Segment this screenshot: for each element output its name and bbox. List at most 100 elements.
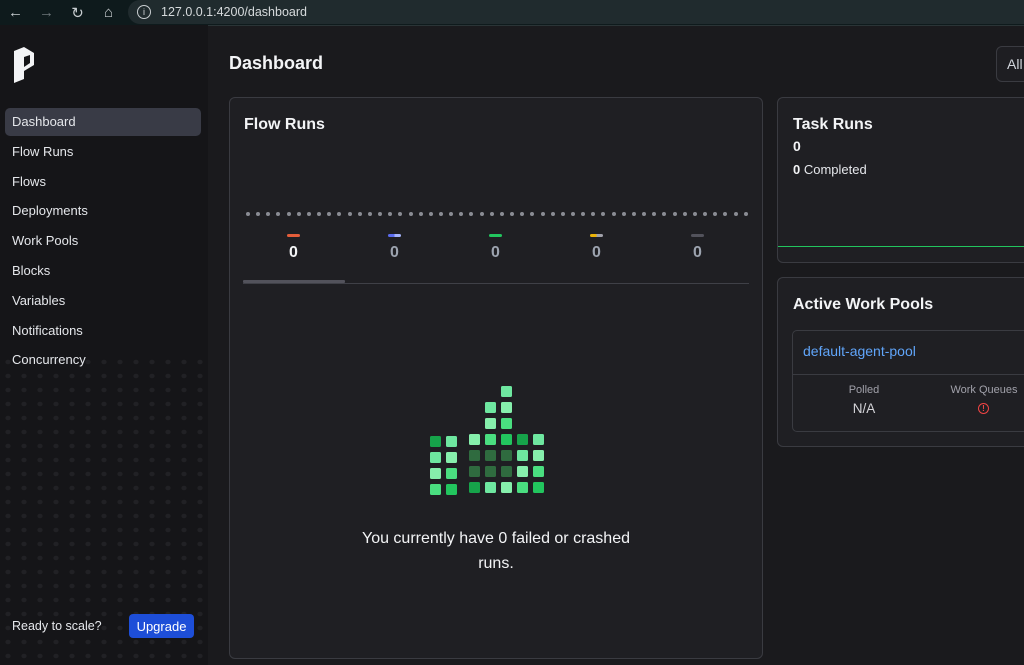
timeline-dot [286,212,291,216]
timeline-dot [631,212,636,216]
timeline-dot [652,212,657,216]
timeline-dot [530,212,535,216]
state-tab-scheduled[interactable]: 0 [546,232,647,262]
timeline-dot [723,212,728,216]
work-pool-link[interactable]: default-agent-pool [803,343,916,359]
state-tab-active-indicator [243,280,345,283]
task-runs-total: 0 [793,138,801,154]
task-runs-title: Task Runs [793,116,873,133]
illustration-pixel [485,466,496,477]
address-bar[interactable]: i 127.0.0.1:4200/dashboard [128,0,1024,24]
task-runs-chart-line [778,246,1024,247]
state-tab-failed[interactable]: 0 [243,232,344,262]
polled-value: N/A [852,401,876,416]
illustration-pixel [501,386,512,397]
timeline-dot [378,212,383,216]
state-color-bar [287,234,300,237]
browser-toolbar: ← → ↻ ⌂ i 127.0.0.1:4200/dashboard [0,0,1024,26]
illustration-pixel [501,434,512,445]
work-queues-warning-icon[interactable]: ! [978,403,989,414]
timeline-dot [743,212,748,216]
timeline-dot [398,212,403,216]
page-title: Dashboard [229,53,324,73]
back-arrow-icon[interactable]: ← [0,0,31,25]
timeline-dot [520,212,525,216]
sidebar-item-variables[interactable]: Variables [5,287,201,315]
sidebar-item-notifications[interactable]: Notifications [5,317,201,345]
state-color-bar [388,234,401,237]
illustration-pixel [517,482,528,493]
state-tab-completed[interactable]: 0 [445,232,546,262]
illustration-pixel [533,434,544,445]
timeline-dot [337,212,342,216]
sidebar-item-flow-runs[interactable]: Flow Runs [5,138,201,166]
timeline-dot [540,212,545,216]
timeline-dot [581,212,586,216]
timeline-dot [408,212,413,216]
illustration-pixel [533,450,544,461]
time-filter-select[interactable]: All [996,46,1024,82]
timeline-dot [327,212,332,216]
illustration-pixel [446,468,457,479]
illustration-pixel [469,482,480,493]
illustration-pixel [485,450,496,461]
timeline-dot [357,212,362,216]
sidebar-item-blocks[interactable]: Blocks [5,257,201,285]
empty-state-illustration [430,386,544,495]
home-icon[interactable]: ⌂ [93,0,124,25]
timeline-dot [479,212,484,216]
completed-count: 0 [793,162,801,177]
illustration-pixel [501,482,512,493]
task-runs-completed: 0 Completed [793,162,867,177]
illustration-pixel [446,484,457,495]
sidebar-item-work-pools[interactable]: Work Pools [5,227,201,255]
upgrade-button[interactable]: Upgrade [129,614,194,638]
timeline-dot [733,212,738,216]
illustration-pixel [446,436,457,447]
illustration-pixel [485,402,496,413]
work-queues-label: Work Queues [950,384,1018,396]
completed-label: Completed [803,162,867,177]
state-tab-running[interactable]: 0 [344,232,445,262]
state-tabs-divider [243,283,749,284]
site-info-icon[interactable]: i [137,5,151,19]
illustration-pixel [485,482,496,493]
illustration-pixel [469,466,480,477]
illustration-pixel [446,452,457,463]
timeline-dot [266,212,271,216]
illustration-pixel [517,434,528,445]
sidebar-item-concurrency[interactable]: Concurrency [5,346,201,374]
illustration-pixel [430,484,441,495]
illustration-pixel [517,466,528,477]
sidebar-item-deployments[interactable]: Deployments [5,197,201,225]
timeline-dot [459,212,464,216]
state-color-bar [590,234,603,237]
state-tab-cancelled[interactable]: 0 [647,232,748,262]
timeline-dot [510,212,515,216]
timeline-dot [256,212,261,216]
prefect-logo-icon[interactable] [12,47,36,83]
illustration-pixel [533,482,544,493]
ready-to-scale-text: Ready to scale? [12,619,102,633]
timeline-dot [276,212,281,216]
forward-arrow-icon[interactable]: → [31,0,62,25]
reload-icon[interactable]: ↻ [62,0,93,25]
timeline-dot [428,212,433,216]
sidebar-item-dashboard[interactable]: Dashboard [5,108,201,136]
sidebar-item-flows[interactable]: Flows [5,168,201,196]
work-pool-divider [793,374,1024,375]
illustration-pixel [501,466,512,477]
timeline-dot [560,212,565,216]
timeline-dot [296,212,301,216]
polled-label: Polled [848,384,880,396]
timeline-dot [550,212,555,216]
timeline-dot [672,212,677,216]
timeline-dot [317,212,322,216]
work-pools-title: Active Work Pools [793,296,934,313]
timeline-dot [611,212,616,216]
illustration-pixel [517,450,528,461]
timeline-dot [499,212,504,216]
illustration-pixel [501,418,512,429]
state-count: 0 [390,244,399,261]
illustration-pixel [501,402,512,413]
